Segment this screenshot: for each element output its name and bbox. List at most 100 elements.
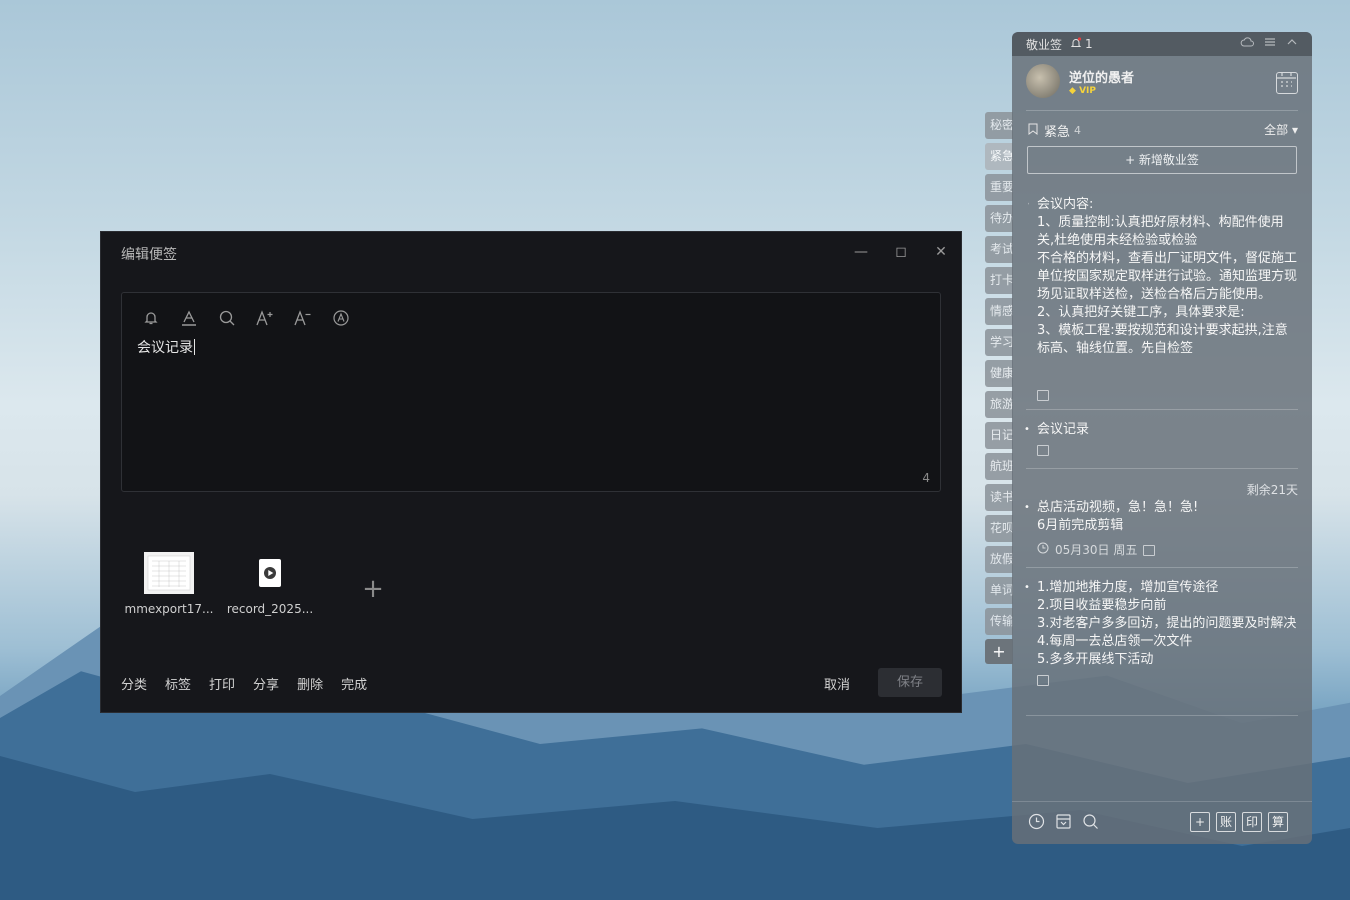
ledger-button[interactable]: 账 bbox=[1216, 812, 1236, 832]
remaining-days: 剩余21天 bbox=[1246, 483, 1298, 497]
note-line: 会议内容: bbox=[1037, 197, 1094, 212]
user-profile[interactable]: 逆位的愚者 ◆ VIP bbox=[1026, 64, 1134, 98]
tag-button[interactable]: 标签 bbox=[165, 674, 191, 693]
edit-note-dialog: 编辑便签 — ◻ ✕ 会议记录 4 mmexport17... record_2… bbox=[100, 231, 962, 713]
minimize-icon[interactable]: — bbox=[851, 242, 871, 262]
attachment-image[interactable]: mmexport17... bbox=[121, 552, 217, 616]
maximize-icon[interactable]: ◻ bbox=[891, 242, 911, 262]
lock-icon bbox=[1037, 386, 1049, 405]
bullet-icon: • bbox=[1024, 502, 1030, 513]
avatar[interactable] bbox=[1026, 64, 1060, 98]
note-line: 1.增加地推力度，增加宣传途径 bbox=[1037, 580, 1219, 595]
note-line: 4.每周一去总店领一次文件 bbox=[1037, 634, 1193, 649]
delete-button[interactable]: 删除 bbox=[297, 674, 323, 693]
tab-health[interactable]: 健康 bbox=[985, 360, 1013, 387]
attachment-name: mmexport17... bbox=[124, 602, 214, 616]
tab-diary[interactable]: 日记 bbox=[985, 422, 1013, 449]
user-name: 逆位的愚者 bbox=[1069, 70, 1135, 86]
text-color-icon[interactable] bbox=[178, 307, 200, 329]
collapse-icon[interactable] bbox=[1286, 36, 1298, 51]
tab-secret[interactable]: 秘密 bbox=[985, 112, 1013, 139]
current-category: 紧急 4 bbox=[1028, 121, 1081, 140]
note-item[interactable]: • 会议记录 bbox=[1024, 421, 1298, 456]
archive-icon[interactable] bbox=[1055, 813, 1072, 834]
reminder-count: 1 bbox=[1085, 37, 1093, 51]
attachment-video[interactable]: record_2025... bbox=[222, 552, 318, 616]
add-category-button[interactable]: + bbox=[985, 639, 1013, 664]
attachment-name: record_2025... bbox=[226, 602, 314, 616]
note-item[interactable]: • 会议内容: 1、质量控制:认真把好原材料、构配件使用关,杜绝使用未经检验或检… bbox=[1028, 196, 1298, 376]
tab-study[interactable]: 学习 bbox=[985, 329, 1013, 356]
divider bbox=[1026, 110, 1298, 111]
close-icon[interactable]: ✕ bbox=[931, 242, 951, 262]
auto-format-icon[interactable] bbox=[330, 307, 352, 329]
note-line: 1、质量控制:认真把好原材料、构配件使用关,杜绝使用未经检验或检验 bbox=[1037, 215, 1284, 248]
print-button[interactable]: 打印 bbox=[209, 674, 235, 693]
bullet-icon: • bbox=[1024, 424, 1030, 435]
category-count: 4 bbox=[1074, 124, 1082, 137]
divider bbox=[1026, 468, 1298, 469]
clock-icon[interactable] bbox=[1028, 813, 1045, 834]
save-button[interactable]: 保存 bbox=[878, 668, 942, 697]
print-button[interactable]: 印 bbox=[1242, 812, 1262, 832]
bell-icon[interactable] bbox=[1070, 36, 1082, 52]
lock-icon bbox=[1143, 544, 1156, 556]
tab-transfer[interactable]: 传输 bbox=[985, 608, 1013, 635]
tab-flight[interactable]: 航班 bbox=[985, 453, 1013, 480]
font-decrease-icon[interactable] bbox=[292, 307, 314, 329]
category-button[interactable]: 分类 bbox=[121, 674, 147, 693]
image-thumbnail bbox=[144, 552, 194, 594]
category-tabs: 秘密 紧急 重要 待办 考试 打卡 情感 学习 健康 旅游 日记 航班 读书 花… bbox=[985, 112, 1013, 664]
note-line: 会议记录 bbox=[1037, 422, 1090, 437]
note-item[interactable]: • 总店活动视频，急！急！急! 6月前完成剪辑 05月30日 周五 bbox=[1024, 499, 1298, 559]
tab-huabei[interactable]: 花呗 bbox=[985, 515, 1013, 542]
tab-checkin[interactable]: 打卡 bbox=[985, 267, 1013, 294]
search-icon[interactable] bbox=[216, 307, 238, 329]
note-line: 3、模板工程:要按规范和设计要求起拱,注意标高、轴线位置。先自检签 bbox=[1037, 323, 1288, 356]
add-attachment-button[interactable]: + bbox=[361, 574, 385, 604]
add-note-button[interactable]: + bbox=[1190, 812, 1210, 832]
search-icon[interactable] bbox=[1082, 813, 1099, 834]
divider bbox=[1026, 409, 1298, 410]
tab-urgent[interactable]: 紧急 bbox=[985, 143, 1013, 170]
bookmark-icon bbox=[1028, 123, 1038, 139]
calculator-button[interactable]: 算 bbox=[1268, 812, 1288, 832]
tab-exam[interactable]: 考试 bbox=[985, 236, 1013, 263]
video-file-icon bbox=[259, 559, 281, 587]
note-line: 不合格的材料，查看出厂证明文件，督促施工单位按国家规定取样进行试验。通知监理方现… bbox=[1037, 251, 1298, 302]
note-line: 总店活动视频，急！急！急! bbox=[1037, 500, 1199, 515]
divider bbox=[1026, 715, 1298, 716]
tab-emotion[interactable]: 情感 bbox=[985, 298, 1013, 325]
tab-travel[interactable]: 旅游 bbox=[985, 391, 1013, 418]
new-note-button[interactable]: + 新增敬业签 bbox=[1027, 146, 1297, 174]
clock-icon bbox=[1037, 541, 1049, 559]
note-line: 6月前完成剪辑 bbox=[1037, 518, 1124, 533]
note-content[interactable]: 会议记录 bbox=[137, 337, 195, 357]
lock-icon bbox=[1037, 445, 1049, 456]
tab-words[interactable]: 单词 bbox=[985, 577, 1013, 604]
tab-todo[interactable]: 待办 bbox=[985, 205, 1013, 232]
complete-button[interactable]: 完成 bbox=[341, 674, 367, 693]
cancel-button[interactable]: 取消 bbox=[824, 674, 850, 693]
bullet-icon: • bbox=[1024, 582, 1030, 593]
font-increase-icon[interactable] bbox=[254, 307, 276, 329]
note-line: 2.项目收益要稳步向前 bbox=[1037, 598, 1167, 613]
dialog-title: 编辑便签 bbox=[121, 247, 177, 263]
menu-icon[interactable] bbox=[1264, 36, 1276, 51]
calendar-icon[interactable] bbox=[1276, 72, 1298, 94]
bell-icon[interactable] bbox=[140, 307, 162, 329]
panel-controls bbox=[1240, 36, 1298, 51]
editor-toolbar bbox=[140, 307, 352, 329]
panel-titlebar: 敬业签 1 bbox=[1012, 32, 1312, 56]
note-item[interactable]: • 1.增加地推力度，增加宣传途径 2.项目收益要稳步向前 3.对老客户多多回访… bbox=[1024, 579, 1298, 686]
tab-reading[interactable]: 读书 bbox=[985, 484, 1013, 511]
tab-holiday[interactable]: 放假 bbox=[985, 546, 1013, 573]
tab-important[interactable]: 重要 bbox=[985, 174, 1013, 201]
sticky-notes-panel: 敬业签 1 逆位的愚者 ◆ VIP 紧急 4 全部 ▾ + 新增敬业签 会议内容… bbox=[1012, 32, 1312, 844]
cloud-icon[interactable] bbox=[1240, 36, 1254, 51]
bullet-icon: • bbox=[1028, 196, 1030, 214]
share-button[interactable]: 分享 bbox=[253, 674, 279, 693]
note-editor[interactable]: 会议记录 4 bbox=[121, 292, 941, 492]
panel-footer: + 账 印 算 bbox=[1012, 801, 1312, 844]
filter-dropdown[interactable]: 全部 ▾ bbox=[1264, 121, 1298, 138]
